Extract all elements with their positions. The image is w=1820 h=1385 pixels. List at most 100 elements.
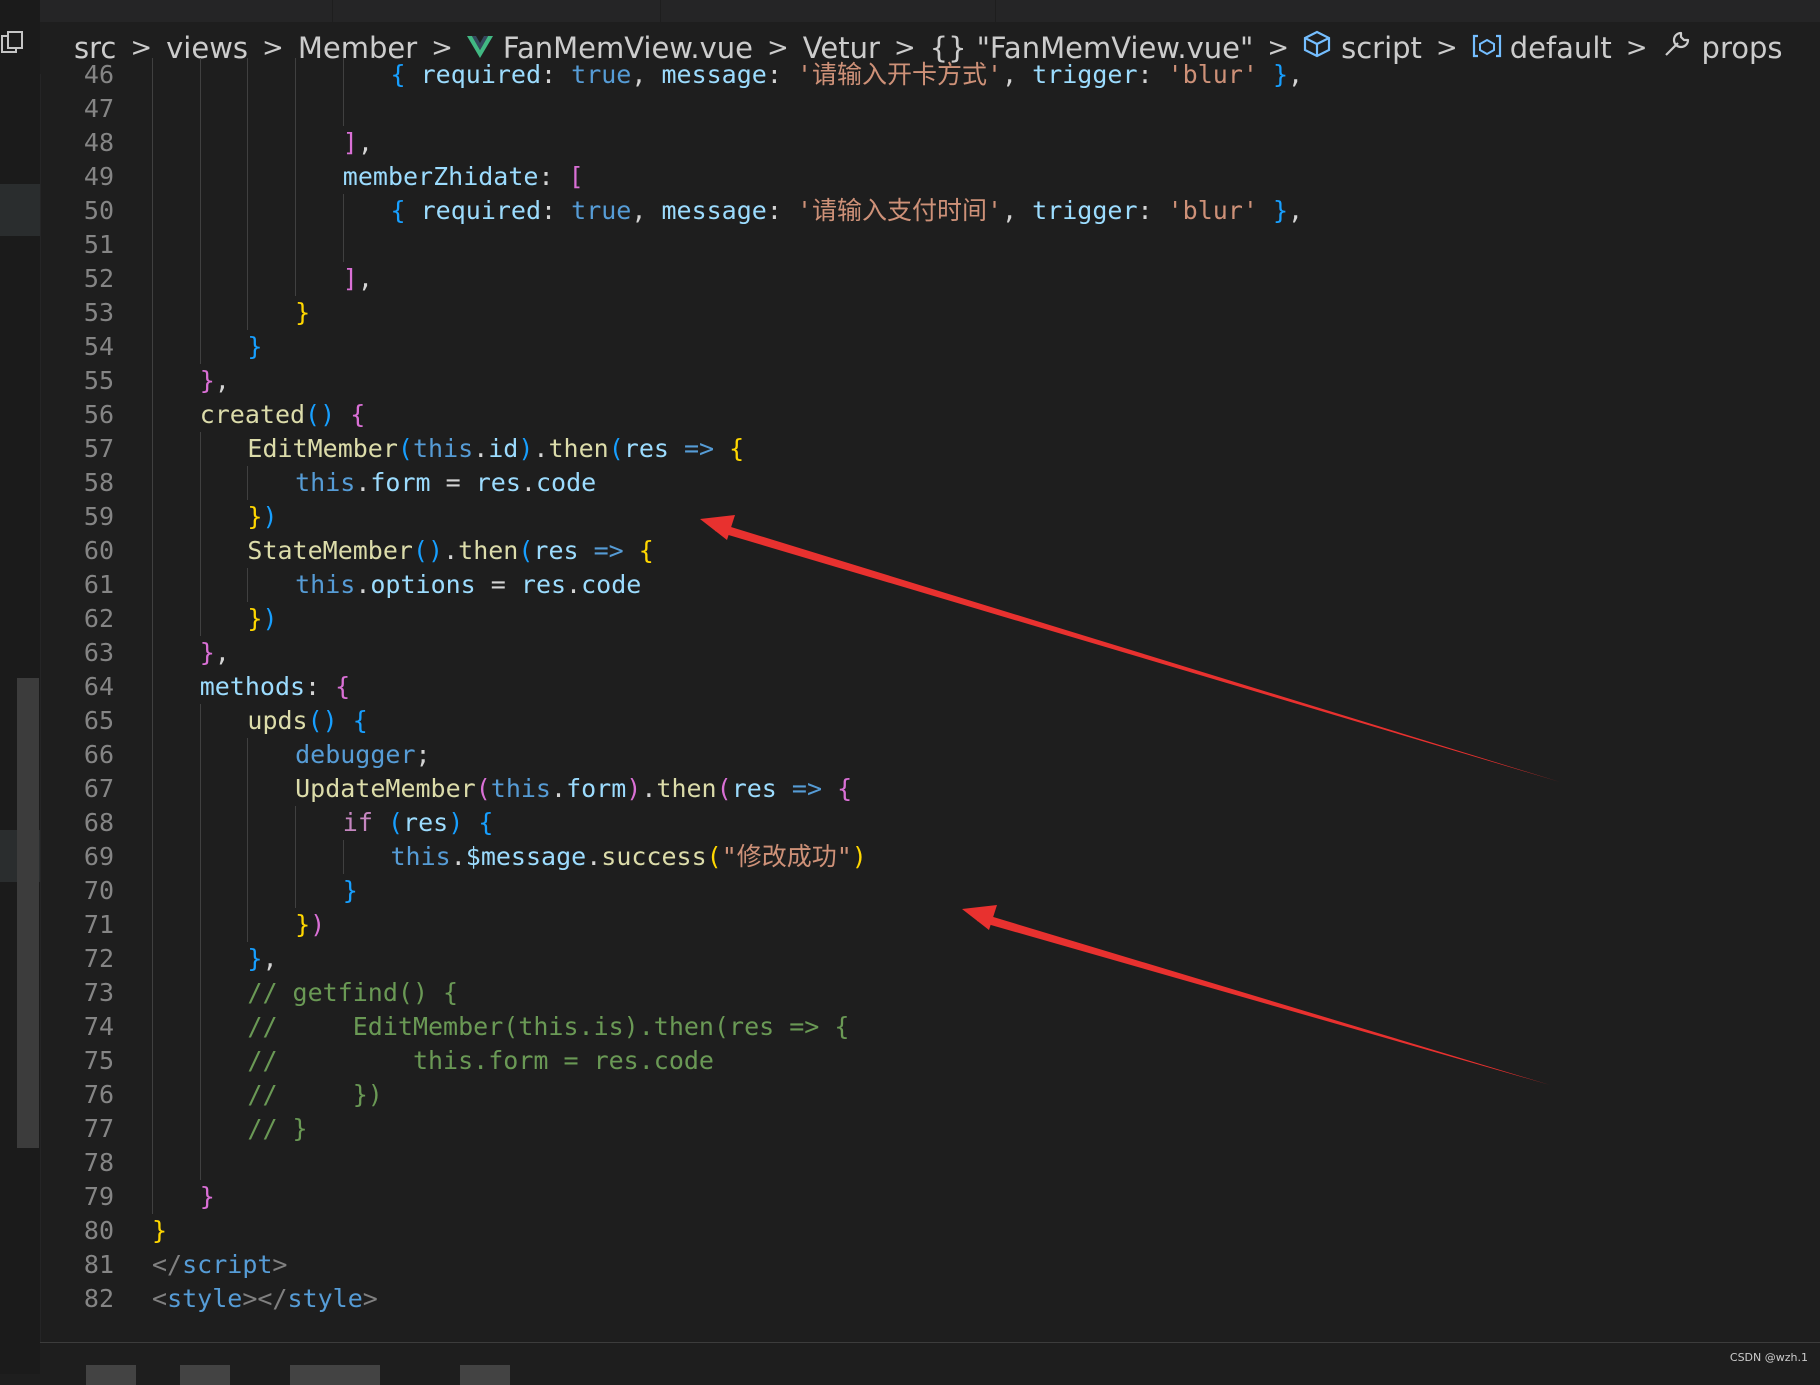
code-token: $message [465,842,587,871]
code-text: ], [343,262,373,296]
indent-guide [342,92,344,126]
indent-guide [295,874,297,908]
code-line[interactable]: 68 if (res) { [40,806,1820,840]
code-line[interactable]: 49 memberZhidate: [ [40,160,1820,194]
code-token: res [475,468,521,497]
code-line[interactable]: 50 { required: true, message: '请输入支付时间', … [40,194,1820,228]
code-line[interactable]: 71}) [40,908,1820,942]
code-line[interactable]: 59}) [40,500,1820,534]
code-line[interactable]: 74 // EditMember(this.is).then(res => { [40,1010,1820,1044]
activity-selection-highlight [0,184,40,236]
code-line[interactable]: 73 // getfind() { [40,976,1820,1010]
panel-tab[interactable] [290,1365,380,1385]
minimap-scrollbar[interactable] [17,678,39,1148]
code-line[interactable]: 52], [40,262,1820,296]
panel-tab[interactable] [86,1365,136,1385]
code-line[interactable]: 65 upds() { [40,704,1820,738]
split-editor-icon[interactable] [0,30,24,60]
line-number: 75 [83,1046,114,1075]
code-token: , [1288,196,1304,225]
code-token: ) [518,434,534,463]
code-line[interactable]: 77 // } [40,1112,1820,1146]
code-token: . [533,434,549,463]
code-token: { [729,434,745,463]
code-line[interactable]: 48], [40,126,1820,160]
code-line[interactable]: 56 created() { [40,398,1820,432]
indent-guide [247,806,249,840]
code-token: } [247,502,263,531]
code-token: . [355,468,371,497]
code-token: > [362,1284,378,1313]
code-line[interactable]: 51 [40,228,1820,262]
code-text: // }) [247,1078,382,1112]
indent-guide [342,58,344,92]
indent-guide [199,908,201,942]
code-line[interactable]: 54} [40,330,1820,364]
code-line[interactable]: 81 </script> [40,1248,1820,1282]
line-number: 54 [83,332,114,361]
indent-guide [152,704,153,738]
indent-guide [247,160,249,194]
code-token: , [357,264,373,293]
code-token: ) [310,910,326,939]
code-token: => [776,774,838,803]
indent-guide [152,670,153,704]
indent-guide [247,296,249,330]
indent-guide [152,942,153,976]
line-number: 52 [83,264,114,293]
code-line[interactable]: 61 this.options = res.code [40,568,1820,602]
indent-guide [199,874,201,908]
line-number: 53 [83,298,114,327]
code-token: code [535,468,597,497]
panel-tab[interactable] [180,1365,230,1385]
code-token: EditMember [247,434,398,463]
code-line[interactable]: 62}) [40,602,1820,636]
code-token: message [661,196,767,225]
code-line[interactable]: 70} [40,874,1820,908]
indent-guide [152,466,153,500]
code-line[interactable]: 76 // }) [40,1078,1820,1112]
code-line[interactable]: 46 { required: true, message: '请输入开卡方式', … [40,58,1820,92]
code-line[interactable]: 67 UpdateMember(this.form).then(res => { [40,772,1820,806]
code-token: then [656,774,717,803]
indent-guide [152,738,153,772]
code-token: , [1002,60,1033,89]
code-line[interactable]: 55}, [40,364,1820,398]
code-token: 'blur' [1167,60,1258,89]
code-line[interactable]: 79} [40,1180,1820,1214]
code-line[interactable]: 63}, [40,636,1820,670]
tab-strip [40,0,1820,22]
code-line[interactable]: 66 debugger; [40,738,1820,772]
code-line[interactable]: 75 // this.form = res.code [40,1044,1820,1078]
code-line[interactable]: 60 StateMember().then(res => { [40,534,1820,568]
panel-tab[interactable] [460,1365,510,1385]
code-editor[interactable]: 46 { required: true, message: '请输入开卡方式', … [40,58,1820,1342]
line-number: 80 [83,1216,114,1245]
indent-guide [199,738,201,772]
code-line[interactable]: 58 this.form = res.code [40,466,1820,500]
code-token: { [638,536,654,565]
code-text: // getfind() { [247,976,458,1010]
code-line[interactable]: 47 [40,92,1820,126]
code-line[interactable]: 64 methods: { [40,670,1820,704]
line-number: 65 [83,706,114,735]
code-line[interactable]: 69 this.$message.success("修改成功") [40,840,1820,874]
code-line[interactable]: 82 <style></style> [40,1282,1820,1316]
indent-guide [342,194,344,228]
code-token: this [390,842,451,871]
code-line[interactable]: 72}, [40,942,1820,976]
code-token: } [295,298,311,327]
line-number: 67 [83,774,114,803]
code-line[interactable]: 53} [40,296,1820,330]
code-line[interactable]: 78 [40,1146,1820,1180]
code-token: UpdateMember [295,774,476,803]
code-token: > [272,1250,288,1279]
code-line[interactable]: 57 EditMember(this.id).then(res => { [40,432,1820,466]
code-token: this [295,570,356,599]
indent-guide [199,534,201,568]
code-token: . [473,434,489,463]
indent-guide [199,976,201,1010]
indent-guide [247,840,249,874]
code-line[interactable]: 80} [40,1214,1820,1248]
